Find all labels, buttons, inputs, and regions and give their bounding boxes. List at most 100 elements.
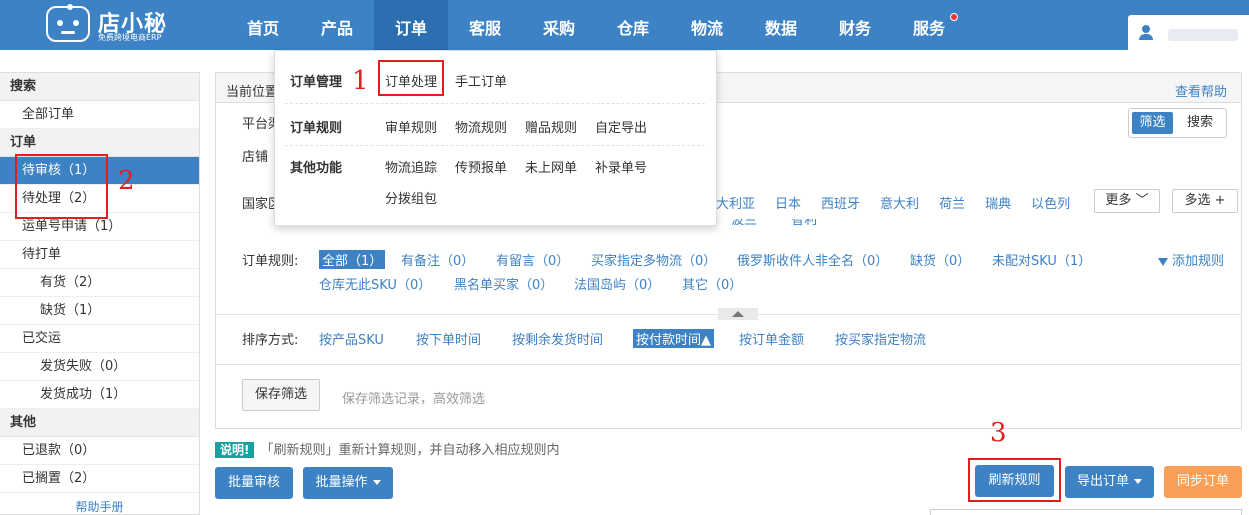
- help-link[interactable]: 查看帮助: [1175, 81, 1227, 100]
- nav-warehouse[interactable]: 仓库: [596, 0, 670, 50]
- country-option[interactable]: 以色列: [1031, 193, 1070, 212]
- multi-select-button[interactable]: 多选 +: [1172, 189, 1238, 213]
- menu-item-manual-order[interactable]: 手工订单: [455, 71, 507, 90]
- robot-logo-icon: [46, 4, 90, 42]
- menu-item-review-rule[interactable]: 审单规则: [385, 117, 437, 136]
- sidebar-item-ship-success[interactable]: 发货成功（1）: [0, 381, 199, 409]
- menu-item-logistics-rule[interactable]: 物流规则: [455, 117, 507, 136]
- menu-item-split-merge[interactable]: 分拨组包: [385, 188, 437, 207]
- menu-item-pre-report[interactable]: 传预报单: [455, 157, 507, 176]
- sidebar-item-ship-failed[interactable]: 发货失败（0）: [0, 353, 199, 381]
- logo-slogan: 免费跨境电商ERP: [98, 33, 162, 42]
- nav-services[interactable]: 服务: [892, 0, 966, 50]
- nav-orders[interactable]: 订单: [374, 0, 448, 50]
- rule-has-note[interactable]: 有备注（0）: [401, 250, 474, 269]
- user-icon: [1138, 25, 1154, 41]
- country-option[interactable]: 瑞典: [985, 193, 1011, 212]
- rule-blacklist-buyer[interactable]: 黑名单买家（0）: [454, 274, 553, 293]
- shop-label: 店铺: [242, 150, 269, 165]
- rule-russia-name[interactable]: 俄罗斯收件人非全名（0）: [737, 250, 888, 269]
- menu-item-gift-rule[interactable]: 赠品规则: [525, 117, 577, 136]
- orders-dropdown-menu: 订单管理 订单处理 手工订单 订单规则 审单规则 物流规则 赠品规则 自定导出 …: [274, 50, 717, 226]
- nav-logistics[interactable]: 物流: [670, 0, 744, 50]
- sidebar-item-delivered[interactable]: 已交运: [0, 325, 199, 353]
- batch-ops-button[interactable]: 批量操作: [303, 467, 393, 499]
- sidebar: 搜索 全部订单 订单 待审核（1） 待处理（2） 运单号申请（1） 待打单 有货…: [0, 72, 200, 515]
- caret-down-icon: [1134, 479, 1142, 484]
- rule-out-of-stock[interactable]: 缺货（0）: [910, 250, 970, 269]
- sidebar-item-refunded[interactable]: 已退款（0）: [0, 437, 199, 465]
- menu-item-tracking[interactable]: 物流追踪: [385, 157, 437, 176]
- add-rule-label: 添加规则: [1172, 254, 1225, 269]
- sidebar-item-out-of-stock[interactable]: 缺货（1）: [0, 297, 199, 325]
- save-filter-button[interactable]: 保存筛选: [242, 379, 320, 411]
- country-option[interactable]: 意大利: [880, 193, 919, 212]
- sidebar-group-orders: 订单: [0, 129, 199, 157]
- country-option[interactable]: 荷兰: [939, 193, 965, 212]
- country-option[interactable]: 大利亚: [716, 193, 755, 212]
- annotation-number-2: 2: [118, 166, 135, 196]
- user-menu[interactable]: [1128, 15, 1249, 50]
- country-option[interactable]: 波兰: [731, 219, 757, 228]
- filter-tab[interactable]: 筛选: [1132, 112, 1173, 134]
- filter-icon: [1158, 257, 1168, 266]
- top-navbar: 店小秘 免费跨境电商ERP 首页 产品 订单 客服 采购 仓库 物流 数据 财务…: [0, 0, 1249, 50]
- nav-data[interactable]: 数据: [744, 0, 818, 50]
- sidebar-group-other: 其他: [0, 409, 199, 437]
- sync-orders-button[interactable]: 同步订单: [1164, 466, 1242, 498]
- export-orders-label: 导出订单: [1076, 474, 1129, 489]
- annotation-box-2: [15, 154, 108, 219]
- add-rule-link[interactable]: 添加规则: [1158, 250, 1224, 269]
- rule-other[interactable]: 其它（0）: [682, 274, 742, 293]
- export-orders-button[interactable]: 导出订单: [1065, 466, 1154, 498]
- nav-finance[interactable]: 财务: [818, 0, 892, 50]
- sort-by-payment-time[interactable]: 按付款时间▲: [633, 329, 715, 348]
- menu-item-not-online[interactable]: 未上网单: [525, 157, 577, 176]
- sidebar-item-in-stock[interactable]: 有货（2）: [0, 269, 199, 297]
- rule-buyer-multi-logistics[interactable]: 买家指定多物流（0）: [591, 250, 716, 269]
- collapse-up-icon[interactable]: [718, 308, 758, 320]
- nav-products[interactable]: 产品: [300, 0, 374, 50]
- sidebar-group-search: 搜索: [0, 73, 199, 101]
- nav-home[interactable]: 首页: [226, 0, 300, 50]
- rule-unpaired-sku[interactable]: 未配对SKU（1）: [992, 250, 1091, 269]
- sidebar-item-all-orders[interactable]: 全部订单: [0, 101, 199, 129]
- sort-by-remaining-time[interactable]: 按剩余发货时间: [512, 329, 603, 348]
- rule-france-islands[interactable]: 法国岛屿（0）: [574, 274, 660, 293]
- sort-by-buyer-logistics[interactable]: 按买家指定物流: [835, 329, 926, 348]
- sidebar-help-link[interactable]: 帮助手册: [0, 493, 199, 513]
- save-filter-hint: 保存筛选记录，高效筛选: [342, 392, 486, 407]
- sort-by-sku[interactable]: 按产品SKU: [319, 329, 384, 348]
- search-tab[interactable]: 搜索: [1177, 112, 1223, 134]
- sort-by-amount[interactable]: 按订单金额: [739, 329, 804, 348]
- notification-dot-icon: [950, 13, 958, 21]
- caret-down-icon: [372, 480, 381, 485]
- sidebar-item-to-print[interactable]: 待打单: [0, 241, 199, 269]
- notice-text: 「刷新规则」重新计算规则，并自动移入相应规则内: [260, 443, 560, 458]
- more-countries-button[interactable]: 更多 ﹀: [1094, 189, 1160, 213]
- nav-customer-service[interactable]: 客服: [448, 0, 522, 50]
- sort-asc-icon: ▲: [701, 333, 712, 348]
- sort-by-order-time[interactable]: 按下单时间: [416, 329, 481, 348]
- main-nav: 首页 产品 订单 客服 采购 仓库 物流 数据 财务 服务: [226, 0, 966, 50]
- sort-active-label: 按付款时间: [636, 333, 702, 348]
- dropdown-group-order-mgmt: 订单管理: [290, 75, 343, 90]
- sidebar-item-shelved[interactable]: 已搁置（2）: [0, 465, 199, 493]
- more-label: 更多: [1105, 193, 1132, 208]
- country-option[interactable]: 日本: [775, 193, 801, 212]
- filter-search-toggle: 筛选 搜索: [1128, 108, 1227, 138]
- menu-item-custom-export[interactable]: 自定导出: [595, 117, 647, 136]
- divider: [216, 364, 1241, 365]
- country-option[interactable]: 智利: [791, 219, 817, 228]
- breadcrumb-prefix: 当前位置: [226, 85, 279, 100]
- rule-has-message[interactable]: 有留言（0）: [496, 250, 569, 269]
- rule-all[interactable]: 全部（1）: [319, 250, 386, 269]
- rule-warehouse-no-sku[interactable]: 仓库无此SKU（0）: [319, 274, 431, 293]
- nav-purchase[interactable]: 采购: [522, 0, 596, 50]
- annotation-box-3: [968, 458, 1061, 502]
- menu-item-supplement-no[interactable]: 补录单号: [595, 157, 647, 176]
- country-option[interactable]: 西班牙: [821, 193, 860, 212]
- batch-ops-label: 批量操作: [315, 475, 368, 490]
- batch-review-button[interactable]: 批量审核: [215, 467, 293, 499]
- logo[interactable]: 店小秘 免费跨境电商ERP: [46, 4, 196, 44]
